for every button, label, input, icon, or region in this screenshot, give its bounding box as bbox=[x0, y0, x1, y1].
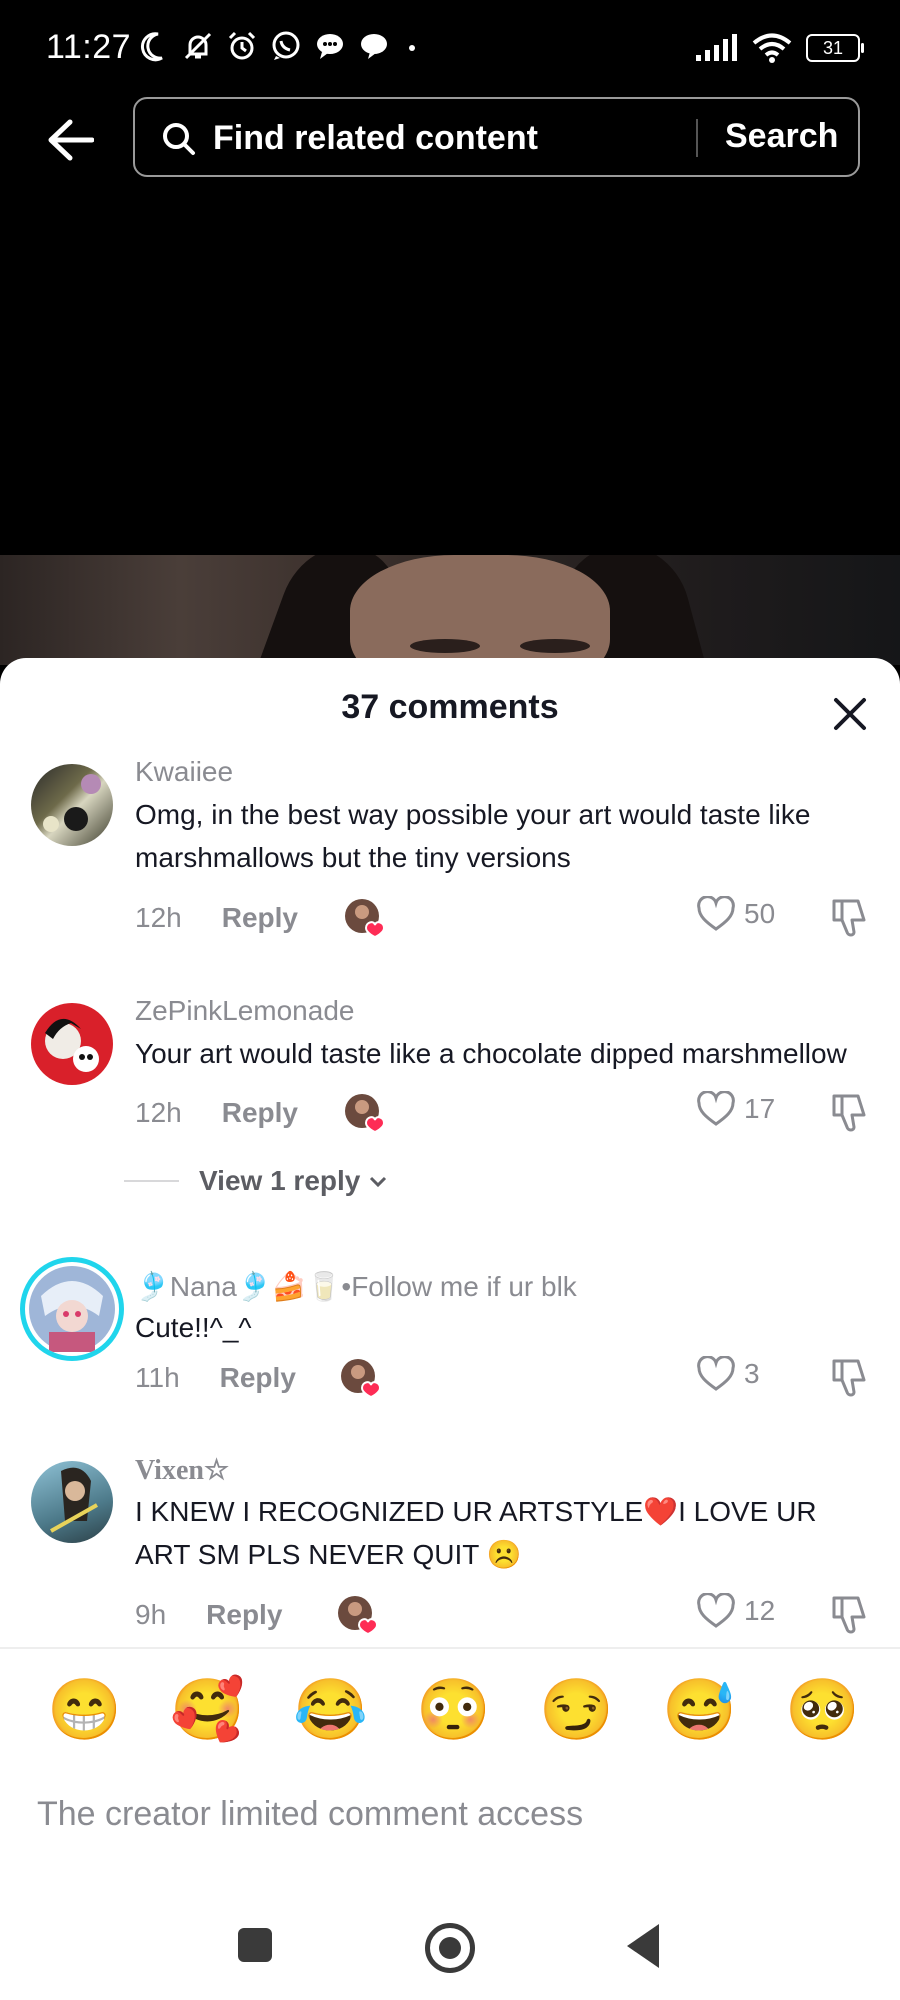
comment-meta: 9h Reply bbox=[135, 1595, 282, 1635]
signal-icon bbox=[696, 34, 737, 61]
back-nav-button[interactable] bbox=[627, 1924, 659, 1968]
creator-liked-icon bbox=[345, 899, 384, 938]
alarm-icon bbox=[228, 31, 256, 60]
avatar[interactable] bbox=[31, 1003, 113, 1085]
search-input[interactable] bbox=[211, 113, 795, 163]
comment-time: 12h bbox=[135, 1097, 182, 1128]
avatar[interactable] bbox=[20, 1257, 124, 1361]
comment-text: Cute!!^_^ bbox=[135, 1312, 252, 1343]
search-divider bbox=[696, 119, 698, 157]
comment-text: I KNEW I RECOGNIZED UR ARTSTYLE❤️I LOVE … bbox=[135, 1496, 817, 1570]
comment-text: Omg, in the best way possible your art w… bbox=[135, 799, 811, 873]
dislike-icon[interactable] bbox=[828, 1356, 872, 1400]
dot-icon bbox=[409, 45, 415, 51]
comment-username[interactable]: ZePinkLemonade bbox=[135, 995, 354, 1027]
heart-icon[interactable] bbox=[696, 1593, 736, 1629]
creator-liked-icon bbox=[345, 1094, 384, 1133]
like-count: 17 bbox=[744, 1093, 776, 1124]
status-left-icons bbox=[140, 30, 422, 62]
search-icon bbox=[163, 123, 195, 155]
comment-username[interactable]: 🎐Nana🎐🍰🥛•Follow me if ur blk bbox=[135, 1270, 577, 1303]
comment-time: 12h bbox=[135, 902, 182, 933]
dislike-icon[interactable] bbox=[828, 1091, 872, 1135]
whatsapp-icon bbox=[272, 31, 300, 60]
emoji-button[interactable]: 😂 bbox=[293, 1675, 368, 1745]
chevron-down-icon bbox=[370, 1176, 387, 1188]
like-control: 50 bbox=[696, 896, 775, 932]
home-button[interactable] bbox=[425, 1923, 475, 1973]
avatar[interactable] bbox=[31, 1461, 113, 1543]
divider-line bbox=[124, 1180, 179, 1182]
dislike-icon[interactable] bbox=[828, 896, 872, 940]
like-control: 17 bbox=[696, 1091, 775, 1127]
like-count: 50 bbox=[744, 898, 776, 929]
moon-icon bbox=[140, 32, 163, 62]
heart-icon[interactable] bbox=[696, 1091, 736, 1127]
bell-off-icon bbox=[184, 32, 212, 60]
emoji-button[interactable]: 😏 bbox=[539, 1675, 614, 1745]
back-button[interactable] bbox=[42, 112, 98, 168]
view-replies-button[interactable]: View 1 reply bbox=[124, 1165, 390, 1197]
battery-icon: 31 bbox=[806, 34, 864, 62]
creator-liked-icon bbox=[338, 1596, 377, 1635]
status-time: 11:27 bbox=[46, 28, 132, 66]
message-icon bbox=[361, 34, 387, 59]
arrow-left-icon bbox=[48, 119, 94, 161]
comments-title: 37 comments bbox=[341, 688, 559, 726]
status-bar: 11:27 31 bbox=[0, 0, 900, 90]
like-control: 3 bbox=[696, 1356, 760, 1392]
comment-meta: 12h Reply bbox=[135, 898, 298, 938]
search-box[interactable]: Search bbox=[133, 97, 860, 177]
system-nav-bar bbox=[0, 1900, 900, 2000]
like-count: 12 bbox=[744, 1595, 776, 1626]
comment-text: Your art would taste like a chocolate di… bbox=[135, 1038, 847, 1069]
reply-button[interactable]: Reply bbox=[222, 1097, 298, 1129]
creator-liked-icon bbox=[341, 1359, 380, 1398]
recents-button[interactable] bbox=[238, 1928, 272, 1962]
reply-button[interactable]: Reply bbox=[206, 1599, 282, 1631]
comment-username[interactable]: Vixen☆ bbox=[135, 1453, 229, 1487]
avatar[interactable] bbox=[31, 764, 113, 846]
comment-meta: 12h Reply bbox=[135, 1093, 298, 1133]
comment-time: 9h bbox=[135, 1599, 167, 1630]
wifi-icon bbox=[752, 33, 792, 63]
comment-meta: 11h Reply bbox=[135, 1358, 296, 1398]
like-count: 3 bbox=[744, 1358, 760, 1389]
emoji-button[interactable]: 🥺 bbox=[785, 1675, 860, 1745]
comment-username[interactable]: Kwaiiee bbox=[135, 756, 233, 788]
top-bar: Search bbox=[0, 90, 900, 185]
dislike-icon[interactable] bbox=[828, 1593, 872, 1637]
reply-button[interactable]: Reply bbox=[222, 902, 298, 934]
like-control: 12 bbox=[696, 1593, 775, 1629]
close-icon[interactable] bbox=[830, 694, 870, 734]
heart-icon[interactable] bbox=[696, 1356, 736, 1392]
emoji-button[interactable]: 😳 bbox=[416, 1675, 491, 1745]
video-preview[interactable] bbox=[0, 555, 900, 665]
emoji-quick-bar: 😁 🥰 😂 😳 😏 😅 🥺 bbox=[0, 1647, 900, 1775]
emoji-button[interactable]: 🥰 bbox=[170, 1675, 245, 1745]
emoji-button[interactable]: 😁 bbox=[47, 1675, 122, 1745]
comment-time: 11h bbox=[135, 1362, 180, 1393]
comment-access-notice: The creator limited comment access bbox=[37, 1795, 584, 1833]
view-replies-label: View 1 reply bbox=[199, 1165, 361, 1196]
reply-button[interactable]: Reply bbox=[220, 1362, 296, 1394]
heart-icon[interactable] bbox=[696, 896, 736, 932]
chat-bubble-icon bbox=[317, 34, 343, 59]
emoji-button[interactable]: 😅 bbox=[662, 1675, 737, 1745]
status-right-icons: 31 bbox=[694, 32, 864, 64]
search-button[interactable]: Search bbox=[725, 117, 838, 156]
